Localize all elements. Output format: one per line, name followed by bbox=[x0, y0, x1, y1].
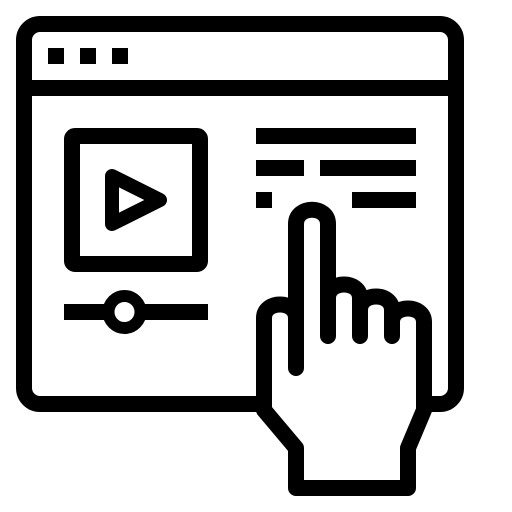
text-line-3a bbox=[256, 192, 272, 208]
window-control-dots bbox=[48, 48, 128, 64]
slider-handle bbox=[102, 290, 147, 334]
text-line-2b bbox=[320, 160, 416, 176]
web-video-touch-icon bbox=[0, 0, 512, 512]
window-dot-2-icon bbox=[80, 48, 96, 64]
text-line-3b bbox=[352, 192, 416, 208]
text-line-1 bbox=[256, 128, 416, 144]
video-player bbox=[64, 128, 208, 272]
icon-artwork bbox=[16, 16, 464, 496]
text-line-2a bbox=[256, 160, 304, 176]
window-dot-1-icon bbox=[48, 48, 64, 64]
window-dot-3-icon bbox=[112, 48, 128, 64]
